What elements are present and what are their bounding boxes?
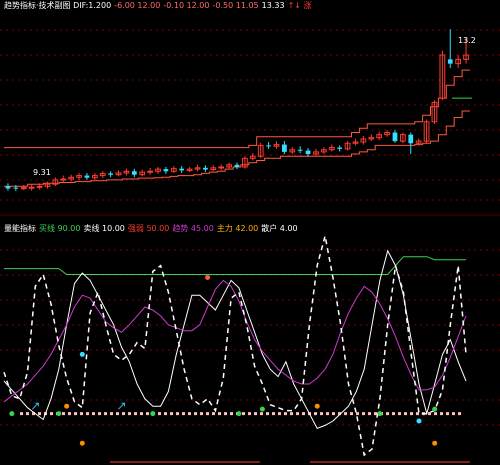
candle-body	[266, 145, 271, 147]
candle-body	[20, 187, 27, 190]
signal-marker	[150, 411, 156, 417]
candle-body	[163, 169, 169, 172]
indicator-header-item: 卖线 10.00	[83, 224, 125, 233]
price-header-item: -6.00 12.00	[114, 1, 161, 10]
signal-marker	[416, 418, 422, 424]
signal-marker	[205, 274, 211, 280]
indicator-header-item: 量能指标	[4, 224, 36, 233]
indicator-header-item: 强弱 50.00	[127, 224, 170, 233]
signal-marker	[56, 411, 62, 417]
indicator-header-item: 趋势 45.00	[172, 224, 214, 233]
channel-lower-line	[4, 110, 470, 187]
signal-marker	[9, 411, 15, 417]
candle-body	[234, 164, 240, 167]
candle-body	[84, 175, 90, 178]
candle-body	[392, 132, 398, 142]
signal-marker	[377, 411, 383, 417]
candle-body	[108, 173, 113, 175]
signal-marker	[314, 403, 320, 409]
indicator-header-item: 主力 42.00	[216, 224, 259, 233]
price-header-item: 趋势指标·技术副图 DIF:1.200	[4, 1, 112, 10]
candle-body	[218, 166, 225, 169]
candle-body	[36, 185, 43, 188]
series-line-强弱	[3, 235, 467, 457]
candle-body	[131, 171, 137, 175]
signal-marker	[79, 351, 85, 357]
indicator-panel-header: 量能指标 买线 90.00 卖线 10.00 强弱 50.00 趋势 45.00 主力 4…	[4, 224, 301, 234]
price-panel-header: 趋势指标·技术副图 DIF:1.200 -6.00 12.00 -0.10 12.0…	[4, 1, 315, 11]
price-header-item: -0.50 11.05	[212, 1, 259, 10]
signal-marker	[259, 406, 265, 412]
candle-body	[147, 170, 153, 173]
signal-arrow	[118, 402, 125, 410]
candle-body	[179, 168, 185, 171]
candle-body	[60, 178, 67, 181]
candle-body	[447, 59, 453, 64]
signal-marker	[64, 403, 70, 409]
signal-arrow	[31, 402, 39, 410]
series-line-趋势	[3, 279, 467, 403]
candle-body	[337, 147, 343, 149]
price-header-item: ↑↓ 涨	[287, 1, 312, 10]
candle-body	[5, 186, 11, 189]
signal-marker	[432, 440, 438, 446]
candle-body	[282, 144, 287, 152]
signal-marker	[236, 411, 242, 417]
indicator-header-item: 散户 4.00	[261, 224, 298, 233]
signal-marker	[79, 440, 85, 446]
indicator-header-item: 买线 90.00	[39, 224, 81, 233]
candle-body	[305, 150, 311, 155]
signal-marker	[432, 406, 438, 412]
price-label-low: 9.31	[33, 168, 51, 177]
price-panel	[4, 29, 473, 192]
price-header-item: -0.10 12.00	[163, 1, 210, 10]
candle-body	[408, 134, 414, 144]
price-label-high: 13.2	[458, 36, 476, 45]
indicator-panel	[3, 235, 470, 463]
candle-body	[297, 149, 303, 151]
candle-body	[28, 186, 35, 189]
candle-body	[13, 187, 19, 189]
price-header-item: 13.33	[261, 1, 285, 10]
candle-body	[203, 167, 208, 170]
